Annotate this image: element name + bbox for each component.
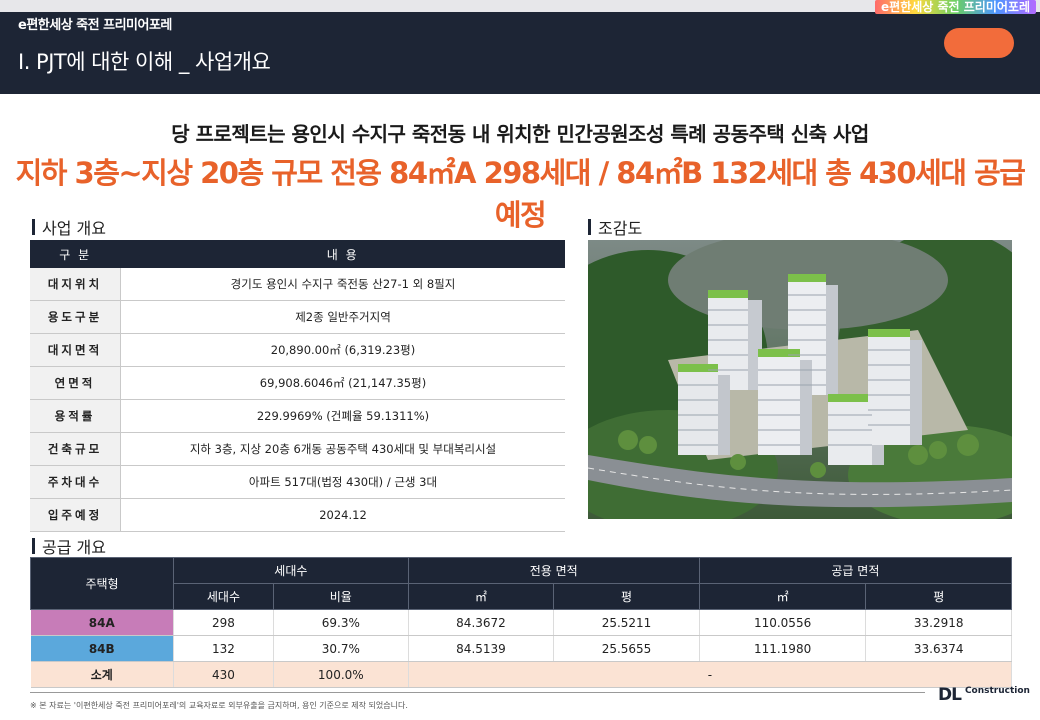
table-row: 84B 132 30.7% 84.5139 25.5655 111.1980 3…: [30, 635, 1012, 662]
cell-ex-m2: 84.5139: [408, 635, 555, 662]
table-header-row: 구 분 내 용: [30, 240, 565, 268]
subheader-ex-m2: ㎡: [407, 583, 555, 610]
cell-ratio: 100.0%: [273, 661, 409, 688]
dl-construction-logo: DL Construction: [938, 685, 1030, 705]
business-title-text: 사업 개요: [42, 219, 106, 238]
brand-name: e편한세상 죽전 프리미어포레: [18, 18, 172, 33]
col-header-exclusive-area: 전용 면적: [407, 557, 700, 584]
headline-summary: 지하 3층~지상 20층 규모 전용 84㎡A 298세대 / 84㎡B 132…: [15, 156, 1026, 232]
section-bar-marker: [32, 538, 35, 554]
row-label: 대지위치: [30, 268, 121, 301]
cell-count: 430: [173, 661, 274, 688]
col-header-content: 내 용: [120, 240, 565, 268]
cell-sup-py: 33.2918: [865, 609, 1012, 636]
table-row: 대지면적 20,890.00㎡ (6,319.23평): [30, 333, 565, 367]
table-row: 84A 298 69.3% 84.3672 25.5211 110.0556 3…: [30, 609, 1012, 636]
table-row: 용도구분 제2종 일반주거지역: [30, 300, 565, 334]
table-row: 연면적 69,908.6046㎡ (21,147.35평): [30, 366, 565, 400]
cell-type: 84B: [30, 635, 174, 662]
row-label: 용도구분: [30, 300, 121, 334]
orange-redaction-blob: [944, 28, 1014, 58]
row-label: 건축규모: [30, 432, 121, 466]
row-value: 20,890.00㎡ (6,319.23평): [120, 333, 565, 367]
cell-ex-py: 25.5655: [553, 635, 700, 662]
subheader-sup-py: 평: [865, 583, 1012, 610]
business-overview-table: 구 분 내 용 대지위치 경기도 용인시 수지구 죽전동 산27-1 외 8필지 …: [30, 240, 565, 532]
cell-count: 298: [173, 609, 274, 636]
table-subheader-row: 세대수 비율 ㎡ 평 ㎡ 평: [31, 583, 1012, 610]
col-header-type: 주택형: [30, 557, 174, 610]
cell-count: 132: [173, 635, 274, 662]
section-bar-marker: [588, 219, 591, 235]
row-label: 연면적: [30, 366, 121, 400]
table-row: 건축규모 지하 3층, 지상 20층 6개동 공동주택 430세대 및 부대복리시…: [30, 432, 565, 466]
cell-sup-m2: 110.0556: [699, 609, 867, 636]
table-row: 입주예정 2024.12: [30, 498, 565, 532]
table-row: 용적률 229.9969% (건폐율 59.1311%): [30, 399, 565, 433]
row-value: 69,908.6046㎡ (21,147.35평): [120, 366, 565, 400]
col-header-label: 구 분: [30, 240, 121, 268]
row-label: 용적률: [30, 399, 121, 433]
section-title: Ⅰ. PJT에 대한 이해 _ 사업개요: [18, 50, 271, 74]
rainbow-brand-badge: e편한세상 죽전 프리미어포레: [875, 0, 1036, 14]
cell-area-dash: -: [408, 661, 1013, 688]
table-row: 주차대수 아파트 517대(법정 430대) / 근생 3대: [30, 465, 565, 499]
supply-title-text: 공급 개요: [42, 538, 106, 557]
row-value: 지하 3층, 지상 20층 6개동 공동주택 430세대 및 부대복리시설: [120, 432, 565, 466]
row-value: 경기도 용인시 수지구 죽전동 산27-1 외 8필지: [120, 268, 565, 301]
table-header-row: 주택형 세대수 전용 면적 공급 면적: [30, 557, 1013, 610]
cell-type: 소계: [30, 661, 174, 688]
cell-ex-py: 25.5211: [553, 609, 700, 636]
row-value: 아파트 517대(법정 430대) / 근생 3대: [120, 465, 565, 499]
row-label: 주차대수: [30, 465, 121, 499]
footer-divider: [30, 692, 925, 693]
aerial-title-text: 조감도: [598, 219, 643, 238]
cell-sup-py: 33.6374: [865, 635, 1012, 662]
header-banner: e편한세상 죽전 프리미어포레 e편한세상 죽전 프리미어포레 Ⅰ. PJT에 …: [0, 0, 1040, 94]
col-header-supply-area: 공급 면적: [698, 557, 1013, 584]
subheader-ratio: 비율: [272, 583, 409, 610]
cell-ratio: 30.7%: [273, 635, 409, 662]
subheader-ex-py: 평: [553, 583, 700, 610]
aerial-section-title: 조감도: [588, 215, 642, 239]
col-header-units: 세대수: [173, 557, 409, 584]
subheader-count: 세대수: [173, 583, 274, 610]
subheader-sup-m2: ㎡: [698, 583, 867, 610]
table-row: 대지위치 경기도 용인시 수지구 죽전동 산27-1 외 8필지: [30, 268, 565, 301]
headline-description: 당 프로젝트는 용인시 수지구 죽전동 내 위치한 민간공원조성 특례 공동주택…: [171, 122, 869, 146]
row-value: 제2종 일반주거지역: [120, 300, 565, 334]
table-row-total: 소계 430 100.0% -: [30, 661, 1013, 688]
cell-ratio: 69.3%: [273, 609, 409, 636]
row-label: 입주예정: [30, 498, 121, 532]
supply-overview-table: 주택형 세대수 전용 면적 공급 면적 세대수 비율 ㎡ 평 ㎡ 평 84A 2…: [30, 557, 1013, 688]
section-bar-marker: [32, 219, 35, 235]
cell-type: 84A: [30, 609, 174, 636]
cell-ex-m2: 84.3672: [408, 609, 555, 636]
supply-section-title: 공급 개요: [32, 534, 106, 558]
cell-sup-m2: 111.1980: [699, 635, 867, 662]
aerial-illustration: [588, 240, 1012, 519]
row-value: 229.9969% (건폐율 59.1311%): [120, 399, 565, 433]
logo-mark: DL: [938, 685, 962, 705]
footnote: ※ 본 자료는 '이편한세상 죽전 프리미어포레'의 교육자료로 외부유출을 금…: [30, 701, 408, 710]
row-value: 2024.12: [120, 498, 565, 532]
aerial-rendering-image: [588, 240, 1012, 519]
logo-word: Construction: [964, 686, 1030, 696]
business-section-title: 사업 개요: [32, 215, 106, 239]
row-label: 대지면적: [30, 333, 121, 367]
